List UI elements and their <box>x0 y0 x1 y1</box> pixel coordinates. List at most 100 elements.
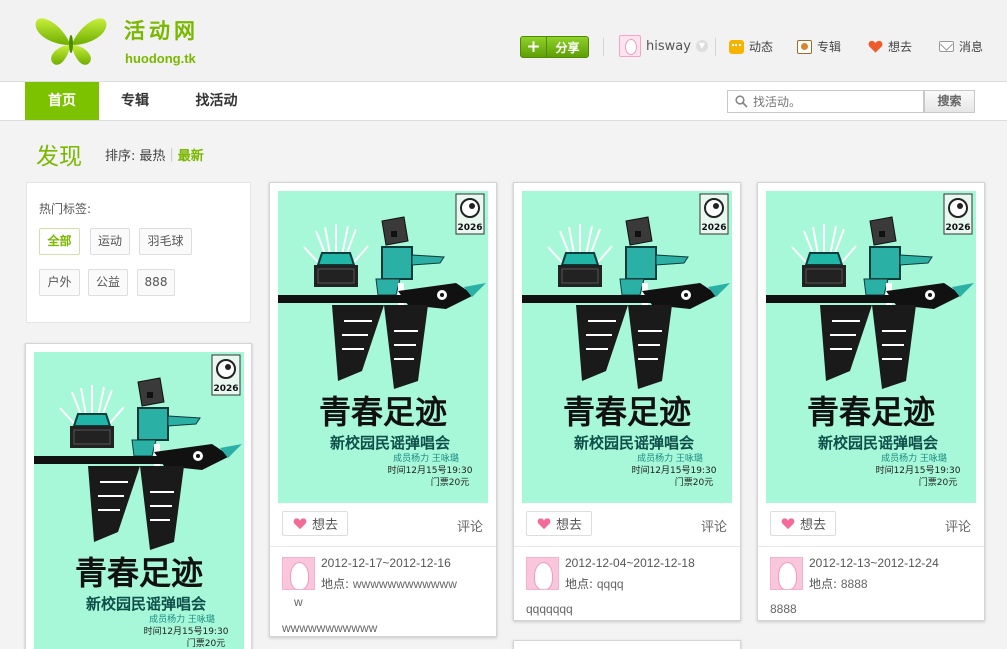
event-place-overflow: w <box>294 595 303 609</box>
share-button[interactable]: + 分享 <box>520 36 589 58</box>
want-label: 想去 <box>556 518 583 533</box>
comment-link[interactable]: 评论 <box>945 516 971 535</box>
dynamics-icon <box>729 39 744 54</box>
poster-ticket: 门票20元 <box>187 637 225 649</box>
chevron-down-icon: ▼ <box>695 40 708 52</box>
heart-icon <box>781 517 795 529</box>
nav-messages-label: 消息 <box>959 40 984 54</box>
poster-headline: 青春足迹 <box>75 554 203 592</box>
poster-subline: 新校园民谣弹唱会 <box>86 595 206 613</box>
place-value: 8888 <box>840 577 868 591</box>
top-header: 活动网 huodong.tk + 分享 hisway ▼ 动态 专辑 想去 消息 <box>0 0 1007 81</box>
poster-subline: 新校园民谣弹唱会 <box>818 434 938 452</box>
sort-options: 排序: 最热 | 最新 <box>105 145 204 164</box>
poster-badge: 2026 <box>945 223 970 233</box>
poster-performers: 成员杨力 王咏璐 <box>393 452 459 464</box>
main-nav: 首页 专辑 找活动 搜索 <box>0 81 1007 121</box>
event-place: 地点: 8888 <box>809 575 868 592</box>
tab-albums[interactable]: 专辑 <box>106 82 164 120</box>
search-input[interactable] <box>753 94 913 109</box>
poster-ticket: 门票20元 <box>431 476 469 488</box>
poster-artwork: 2026 青春足迹 新校园民谣弹唱会 成员杨力 王咏璐 时间12月15号19:3… <box>278 191 488 503</box>
poster-time: 时间12月15号19:30 <box>876 464 961 476</box>
search-button[interactable]: 搜索 <box>924 90 975 113</box>
comment-link[interactable]: 评论 <box>701 516 727 535</box>
poster-performers: 成员杨力 王咏璐 <box>881 452 947 464</box>
event-poster[interactable]: 2026 青春足迹 新校园民谣弹唱会 成员杨力 王咏璐 时间12月15号19:3… <box>522 191 732 503</box>
want-label: 想去 <box>800 518 827 533</box>
butterfly-logo-icon[interactable] <box>34 14 108 66</box>
nav-want-label: 想去 <box>888 40 913 54</box>
share-button-label: 分享 <box>555 40 580 55</box>
divider <box>514 546 740 547</box>
organizer-avatar[interactable] <box>526 557 559 590</box>
sort-hot-link[interactable]: 最热 <box>139 145 165 164</box>
event-description: qqqqqqq <box>526 602 573 616</box>
poster-badge: 2026 <box>213 384 238 394</box>
poster-time: 时间12月15号19:30 <box>632 464 717 476</box>
poster-subline: 新校园民谣弹唱会 <box>574 434 694 452</box>
event-poster[interactable]: 2026 青春足迹 新校园民谣弹唱会 成员杨力 王咏璐 时间12月15号19:3… <box>766 191 976 503</box>
site-title[interactable]: 活动网 <box>124 15 199 45</box>
user-menu[interactable]: hisway ▼ <box>619 35 708 57</box>
want-to-go-button[interactable]: 想去 <box>282 511 349 536</box>
sort-new-link[interactable]: 最新 <box>178 145 204 164</box>
tag-badminton[interactable]: 羽毛球 <box>139 228 192 255</box>
event-card[interactable]: 2026 青春足迹 新校园民谣弹唱会 成员杨力 王咏璐 时间12月15号19:3… <box>269 182 497 637</box>
event-card-featured[interactable]: 2026 青春足迹 新校园民谣弹唱会 成员杨力 王咏璐 时间12月15号19:3… <box>25 343 252 649</box>
nav-messages-link[interactable]: 消息 <box>939 38 983 55</box>
event-date: 2012-12-17~2012-12-16 <box>321 556 451 570</box>
event-card[interactable]: 2026 青春足迹 新校园民谣弹唱会 成员杨力 王咏璐 时间12月15号19:3… <box>513 182 741 621</box>
organizer-avatar[interactable] <box>282 557 315 590</box>
event-description: 8888 <box>770 602 797 616</box>
hot-tags-title: 热门标签: <box>39 202 92 216</box>
place-label: 地点: <box>809 577 838 591</box>
user-avatar <box>619 35 641 57</box>
username: hisway <box>646 38 691 54</box>
event-date: 2012-12-13~2012-12-24 <box>809 556 939 570</box>
nav-album-link[interactable]: 专辑 <box>797 38 841 55</box>
poster-artwork: 2026 青春足迹 新校园民谣弹唱会 成员杨力 王咏璐 时间12月15号19:3… <box>522 191 732 503</box>
event-place: 地点: qqqq <box>565 575 624 592</box>
heart-icon <box>293 517 307 529</box>
nav-want-link[interactable]: 想去 <box>868 38 912 55</box>
event-place: 地点: wwwwwwwwwwww <box>321 575 457 592</box>
poster-headline: 青春足迹 <box>319 393 447 431</box>
event-poster[interactable]: 2026 青春足迹 新校园民谣弹唱会 成员杨力 王咏璐 时间12月15号19:3… <box>278 191 488 503</box>
event-date: 2012-12-04~2012-12-18 <box>565 556 695 570</box>
divider <box>715 38 716 56</box>
comment-link[interactable]: 评论 <box>457 516 483 535</box>
poster-performers: 成员杨力 王咏璐 <box>149 613 215 625</box>
divider <box>758 546 984 547</box>
place-value: qqqq <box>596 577 624 591</box>
poster-badge: 2026 <box>457 223 482 233</box>
poster-headline: 青春足迹 <box>807 393 935 431</box>
organizer-avatar[interactable] <box>770 557 803 590</box>
divider <box>270 546 496 547</box>
poster-headline: 青春足迹 <box>563 393 691 431</box>
tag-all[interactable]: 全部 <box>39 228 80 255</box>
tab-home[interactable]: 首页 <box>25 82 99 120</box>
event-card-next[interactable] <box>513 640 741 649</box>
album-icon <box>797 39 812 54</box>
heart-icon <box>537 517 551 529</box>
tag-outdoor[interactable]: 户外 <box>39 269 80 296</box>
want-to-go-button[interactable]: 想去 <box>526 511 593 536</box>
event-poster[interactable]: 2026 青春足迹 新校园民谣弹唱会 成员杨力 王咏璐 时间12月15号19:3… <box>34 352 244 649</box>
heart-icon <box>868 40 883 53</box>
sort-label: 排序: <box>105 149 136 164</box>
place-value: wwwwwwwwwwww <box>352 577 457 591</box>
nav-album-label: 专辑 <box>817 40 842 54</box>
search-icon <box>735 95 748 108</box>
search-field[interactable] <box>727 90 924 113</box>
poster-artwork: 2026 青春足迹 新校园民谣弹唱会 成员杨力 王咏璐 时间12月15号19:3… <box>766 191 976 503</box>
poster-artwork: 2026 青春足迹 新校园民谣弹唱会 成员杨力 王咏璐 时间12月15号19:3… <box>34 352 244 649</box>
tag-charity[interactable]: 公益 <box>88 269 128 296</box>
event-card[interactable]: 2026 青春足迹 新校园民谣弹唱会 成员杨力 王咏璐 时间12月15号19:3… <box>757 182 985 621</box>
tag-888[interactable]: 888 <box>137 269 175 296</box>
tab-find-events[interactable]: 找活动 <box>183 82 250 120</box>
place-label: 地点: <box>565 577 594 591</box>
tag-sports[interactable]: 运动 <box>90 228 130 255</box>
want-to-go-button[interactable]: 想去 <box>770 511 837 536</box>
nav-dynamics-link[interactable]: 动态 <box>729 38 773 55</box>
